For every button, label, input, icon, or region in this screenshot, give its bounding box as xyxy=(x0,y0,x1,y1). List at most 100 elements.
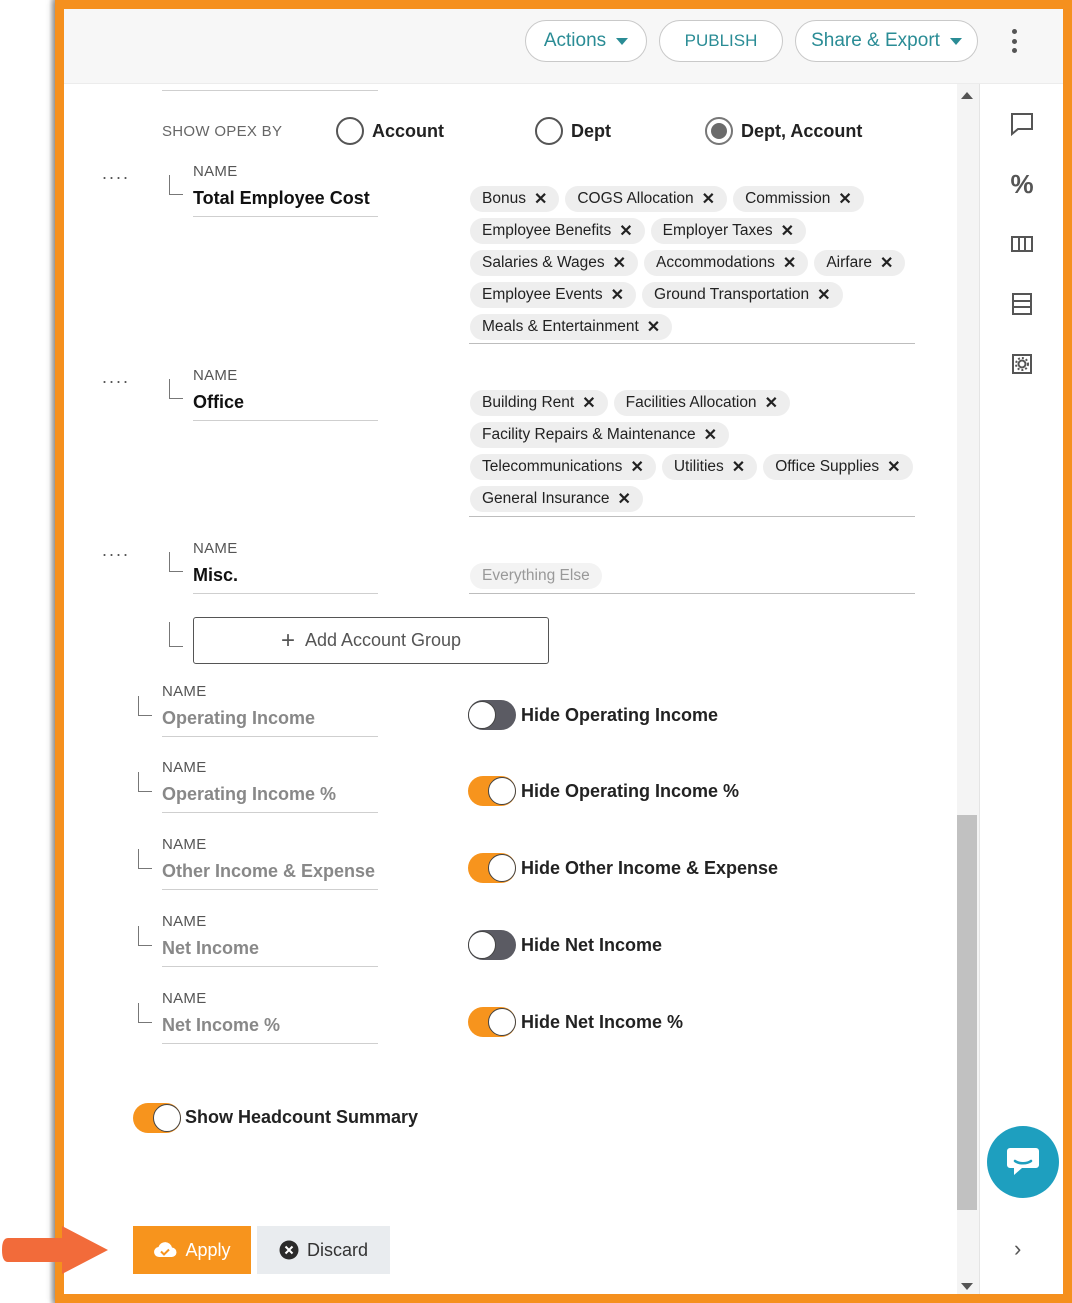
close-circle-icon xyxy=(279,1240,299,1260)
remove-icon[interactable]: ✕ xyxy=(630,457,643,477)
add-account-group-button[interactable]: + Add Account Group xyxy=(193,617,549,664)
chip: Employer Taxes ✕ xyxy=(650,218,807,244)
share-export-label: Share & Export xyxy=(811,30,940,51)
rows-icon[interactable] xyxy=(980,284,1064,324)
toggle-label: Hide Operating Income xyxy=(521,705,719,725)
chat-icon[interactable] xyxy=(987,1126,1059,1198)
name-caption: NAME xyxy=(162,683,207,700)
chip: Salaries & Wages ✕ xyxy=(470,250,639,276)
chip: Employee Events ✕ xyxy=(470,282,637,308)
remove-icon[interactable]: ✕ xyxy=(704,425,717,445)
show-opex-label: SHOW OPEX BY xyxy=(162,123,283,140)
row-name-input[interactable]: Other Income & Expense xyxy=(162,861,375,882)
share-export-button[interactable]: Share & Export xyxy=(795,20,978,62)
name-caption: NAME xyxy=(193,163,238,180)
name-caption: NAME xyxy=(162,990,207,1007)
radio-dept-account[interactable] xyxy=(705,117,733,145)
account-chips[interactable]: Building Rent ✕ Facilities Allocation ✕ Fa… xyxy=(470,390,915,512)
percent-icon[interactable]: % xyxy=(980,164,1064,204)
remove-icon[interactable]: ✕ xyxy=(647,317,660,337)
remove-icon[interactable]: ✕ xyxy=(619,221,632,241)
remove-icon[interactable]: ✕ xyxy=(534,189,547,209)
radio-dept-label: Dept xyxy=(571,121,611,141)
radio-dept-account-label: Dept, Account xyxy=(741,121,863,141)
discard-button[interactable]: Discard xyxy=(257,1226,390,1274)
input-underline xyxy=(162,812,378,813)
input-underline xyxy=(193,420,378,421)
remove-icon[interactable]: ✕ xyxy=(817,285,830,305)
radio-account-label: Account xyxy=(372,121,444,141)
scroll-down-arrow-icon[interactable] xyxy=(961,1283,973,1290)
caret-down-icon xyxy=(949,37,962,45)
tree-connector xyxy=(138,772,152,792)
input-underline xyxy=(193,216,378,217)
remove-icon[interactable]: ✕ xyxy=(765,393,778,413)
toggle-label: Hide Net Income % xyxy=(521,1012,684,1032)
drag-handle-icon[interactable]: .... xyxy=(102,540,130,561)
group-name-input[interactable]: Misc. xyxy=(193,565,238,586)
hide-other-income-expense-toggle[interactable] xyxy=(468,853,516,883)
chip-label: Utilities xyxy=(673,458,724,475)
actions-button[interactable]: Actions xyxy=(525,20,647,62)
group-name-input[interactable]: Office xyxy=(193,392,244,413)
remove-icon[interactable]: ✕ xyxy=(582,393,595,413)
right-rail: % xyxy=(979,84,1063,1294)
input-underline xyxy=(193,593,378,594)
toggle-label: Hide Net Income xyxy=(521,935,663,955)
tree-connector xyxy=(169,379,183,399)
columns-icon[interactable] xyxy=(980,224,1064,264)
remove-icon[interactable]: ✕ xyxy=(838,189,851,209)
comment-icon[interactable] xyxy=(980,104,1064,144)
remove-icon[interactable]: ✕ xyxy=(611,285,624,305)
remove-icon[interactable]: ✕ xyxy=(880,253,893,273)
toggle-label: Hide Other Income & Expense xyxy=(521,858,779,878)
scroll-up-arrow-icon[interactable] xyxy=(961,92,973,99)
radio-dept[interactable] xyxy=(535,117,563,145)
chip-label: Meals & Entertainment xyxy=(482,318,639,335)
apply-button[interactable]: Apply xyxy=(133,1226,251,1274)
publish-button[interactable]: PUBLISH xyxy=(659,20,783,62)
chip: Utilities ✕ xyxy=(661,454,758,480)
hide-net-income-pct-toggle[interactable] xyxy=(468,1007,516,1037)
more-options-icon[interactable] xyxy=(1007,29,1021,53)
chip: General Insurance ✕ xyxy=(470,486,643,512)
remove-icon[interactable]: ✕ xyxy=(613,253,626,273)
row-name-input[interactable]: Net Income % xyxy=(162,1015,280,1036)
account-chips[interactable]: Everything Else xyxy=(470,563,915,589)
chip: Facility Repairs & Maintenance ✕ xyxy=(470,422,730,448)
remove-icon[interactable]: ✕ xyxy=(781,221,794,241)
show-headcount-summary-toggle[interactable] xyxy=(133,1103,181,1133)
scrollbar-thumb[interactable] xyxy=(957,815,977,1210)
tree-connector xyxy=(138,1003,152,1023)
chips-underline xyxy=(469,516,915,517)
row-name-input[interactable]: Operating Income xyxy=(162,708,315,729)
remove-icon[interactable]: ✕ xyxy=(702,189,715,209)
remove-icon[interactable]: ✕ xyxy=(732,457,745,477)
tree-connector xyxy=(169,175,183,195)
row-name-input[interactable]: Operating Income % xyxy=(162,784,336,805)
chip-label: Employee Events xyxy=(482,286,603,303)
chip-label: Facility Repairs & Maintenance xyxy=(482,426,696,443)
input-underline xyxy=(162,736,378,737)
chevron-right-icon[interactable]: › xyxy=(1014,1236,1021,1262)
settings-icon[interactable] xyxy=(980,344,1064,384)
chips-underline xyxy=(469,593,915,594)
remove-icon[interactable]: ✕ xyxy=(618,489,631,509)
group-name-input[interactable]: Total Employee Cost xyxy=(193,188,370,209)
remove-icon[interactable]: ✕ xyxy=(783,253,796,273)
account-chips[interactable]: Bonus ✕ COGS Allocation ✕ Commission ✕ Empl… xyxy=(470,186,915,340)
tree-connector xyxy=(138,926,152,946)
hide-net-income-toggle[interactable] xyxy=(468,930,516,960)
chip-label: Airfare xyxy=(826,254,872,271)
toggle-label: Show Headcount Summary xyxy=(185,1107,419,1127)
drag-handle-icon[interactable]: .... xyxy=(102,367,130,388)
row-name-input[interactable]: Net Income xyxy=(162,938,259,959)
remove-icon[interactable]: ✕ xyxy=(887,457,900,477)
radio-account[interactable] xyxy=(336,117,364,145)
chip: Meals & Entertainment ✕ xyxy=(470,314,673,340)
chip: COGS Allocation ✕ xyxy=(565,186,728,212)
hide-operating-income-pct-toggle[interactable] xyxy=(468,776,516,806)
drag-handle-icon[interactable]: .... xyxy=(102,163,130,184)
chip: Building Rent ✕ xyxy=(470,390,608,416)
hide-operating-income-toggle[interactable] xyxy=(468,700,516,730)
